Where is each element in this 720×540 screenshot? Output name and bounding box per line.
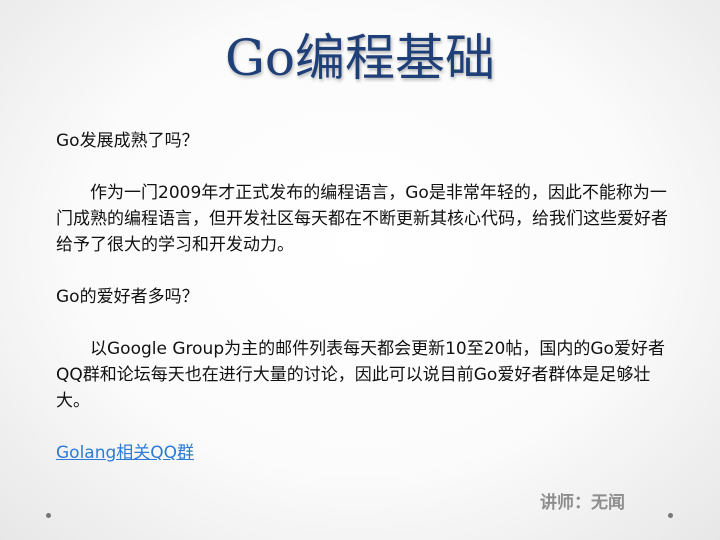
question-2: Go的爱好者多吗？	[56, 287, 199, 307]
answer-1: 作为一门2009年才正式发布的编程语言，Go是非常年轻的，因此不能称为一门成熟的…	[56, 183, 668, 255]
golang-qq-group-link[interactable]: Golang相关QQ群	[56, 443, 194, 463]
slide-title: Go编程基础	[224, 29, 496, 87]
decorative-dot-left	[46, 513, 51, 518]
slide-content: Go发展成熟了吗？ 作为一门2009年才正式发布的编程语言，Go是非常年轻的，因…	[56, 128, 681, 466]
decorative-dot-right	[668, 513, 673, 518]
link-paragraph: Golang相关QQ群	[56, 440, 681, 466]
lecturer-credit: 讲师：无闻	[540, 493, 625, 513]
answer-2: 以Google Group为主的邮件列表每天都会更新10至20帖，国内的Go爱好…	[56, 339, 665, 411]
slide: Go编程基础 Go发展成熟了吗？ 作为一门2009年才正式发布的编程语言，Go是…	[0, 0, 720, 540]
question-1: Go发展成熟了吗？	[56, 131, 199, 151]
